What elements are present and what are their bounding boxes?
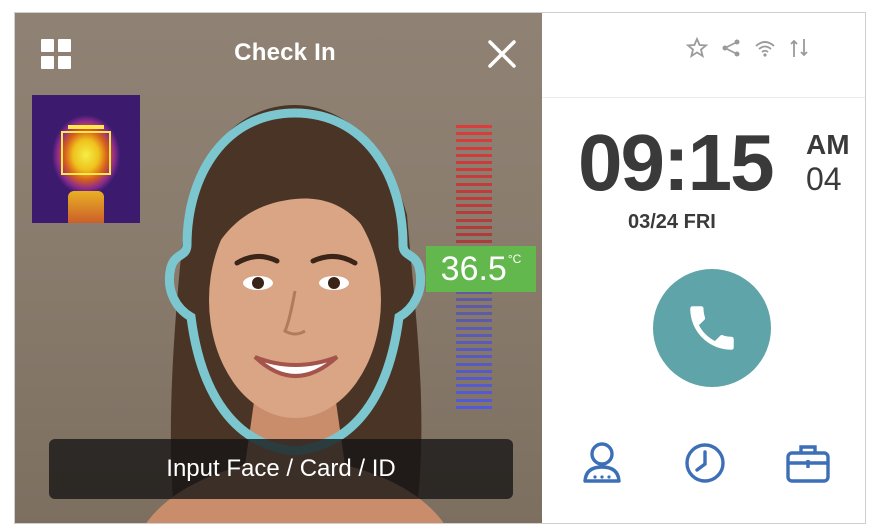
work-button[interactable] [778,433,838,493]
temperature-value: 36.5 [440,249,507,288]
attendance-button[interactable] [675,433,735,493]
temperature-scale-segment [456,240,492,244]
clock-icon [685,443,725,483]
temperature-scale-segment [456,197,492,200]
clock: 09:15 AM 04 [578,119,858,207]
device-screen: Check In 36.5 °C Input Face / Card / ID … [14,12,866,524]
temperature-unit: °C [507,252,522,266]
star-icon [686,37,708,58]
camera-top-bar: Check In [15,13,542,91]
temperature-scale-segment [456,333,492,337]
temperature-scale-segment [456,341,492,344]
temperature-scale-segment [456,182,492,186]
temperature-scale-segment [456,175,492,179]
temperature-scale-segment [456,377,492,380]
page-title: Check In [234,39,336,66]
temperature-scale-segment [456,355,492,359]
temperature-scale-segment [456,348,492,352]
user-button[interactable] [572,433,632,493]
temperature-scale-segment [456,398,492,402]
apps-grid-icon[interactable] [41,39,73,71]
temperature-scale-segment [456,146,492,150]
clock-ampm: AM [806,129,850,160]
temperature-scale-segment [456,225,492,229]
call-button[interactable] [653,269,771,387]
temperature-scale-segment [456,218,492,222]
temperature-scale-segment [456,305,492,308]
bottom-toolbar [542,433,865,503]
temperature-scale-segment [456,125,492,128]
temperature-scale-segment [456,384,492,388]
temperature-scale-segment [456,233,492,236]
camera-view: Check In 36.5 °C Input Face / Card / ID [15,13,542,523]
temperature-scale-segment [456,189,492,193]
close-icon[interactable] [485,37,519,71]
clock-seconds: 04 [806,161,842,197]
temperature-scale-segment [456,297,492,301]
user-icon [583,442,621,483]
temperature-scale-segment [456,161,492,164]
temperature-scale-segment [456,319,492,323]
temperature-scale-segment [456,168,492,172]
temperature-scale-segment [456,153,492,157]
clock-time: 09:15 [578,118,775,207]
status-icons [686,35,846,61]
thermal-preview [32,95,140,223]
network-icon [790,39,808,57]
divider [542,97,865,98]
input-prompt: Input Face / Card / ID [49,439,513,499]
temperature-scale-segment [456,362,492,366]
temperature-scale-segment [456,132,492,136]
phone-icon [690,306,734,350]
clock-date: 03/24 FRI [628,211,716,233]
temperature-scale-segment [456,326,492,330]
temperature-scale-segment [456,369,492,373]
temperature-scale-segment [456,391,492,395]
temperature-scale-segment [456,405,492,409]
temperature-scale-segment [456,204,492,208]
wifi-icon [755,41,775,57]
status-panel: 09:15 AM 04 03/24 FRI [542,13,865,523]
temperature-scale-segment [456,139,492,143]
temperature-scale-segment [456,211,492,215]
temperature-scale-segment [456,312,492,316]
briefcase-icon [786,445,830,483]
temperature-badge: 36.5 °C [426,246,536,292]
share-icon [722,39,740,57]
